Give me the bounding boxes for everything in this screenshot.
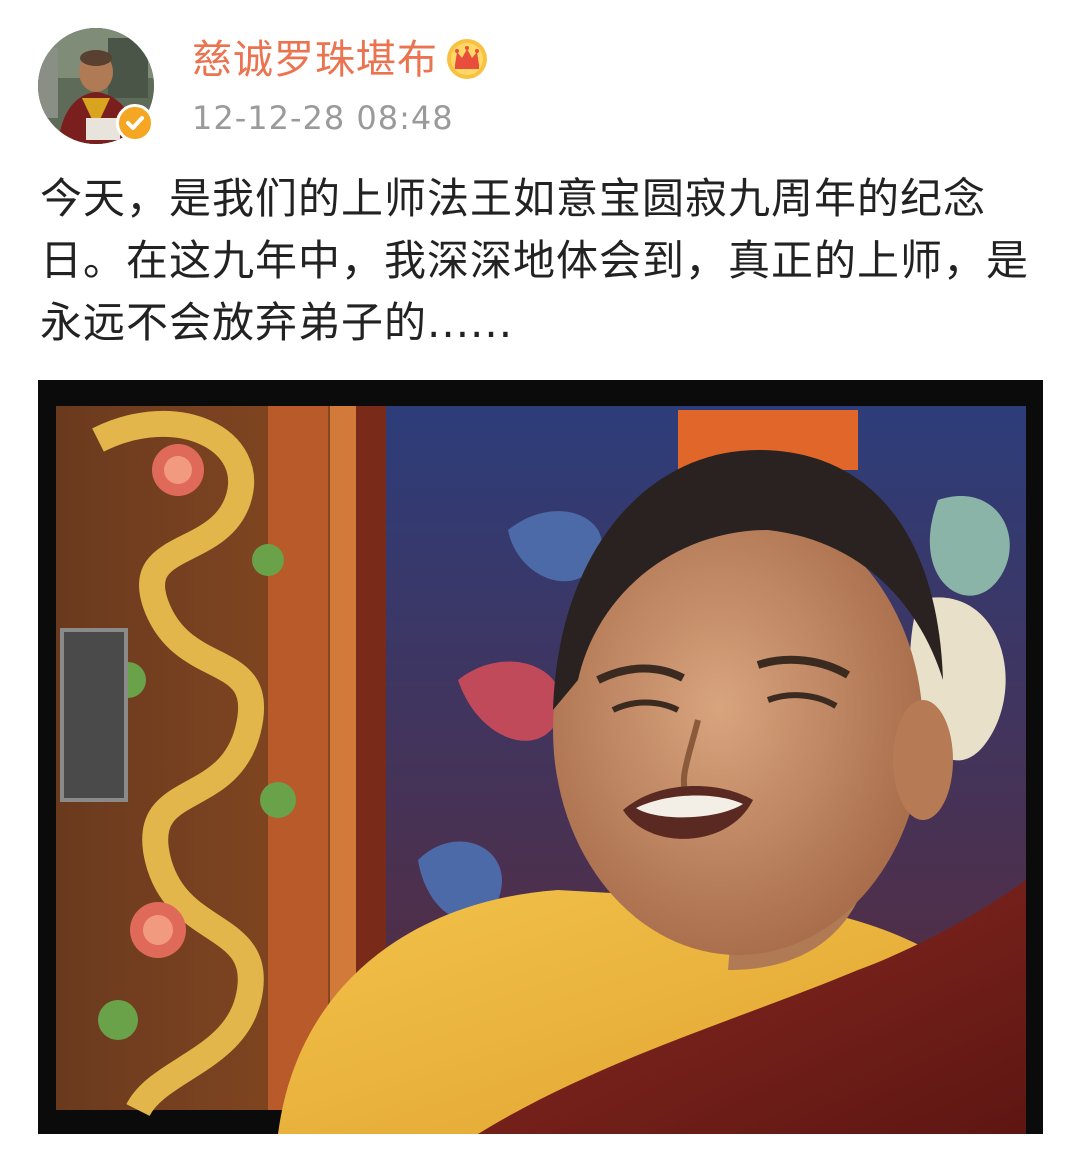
author-name[interactable]: 慈诚罗珠堪布 (192, 34, 438, 86)
post-timestamp: 12-12-28 08:48 (192, 99, 454, 137)
weibo-post: 慈诚罗珠堪布 12-12-28 08:48 今天，是我们的上师法王如意宝圆寂九周… (0, 0, 1080, 1163)
post-text: 今天，是我们的上师法王如意宝圆寂九周年的纪念日。在这九年中，我深深地体会到，真正… (40, 174, 1030, 347)
verified-icon (116, 104, 154, 142)
crown-icon[interactable] (446, 38, 488, 80)
post-image[interactable] (38, 380, 1043, 1134)
